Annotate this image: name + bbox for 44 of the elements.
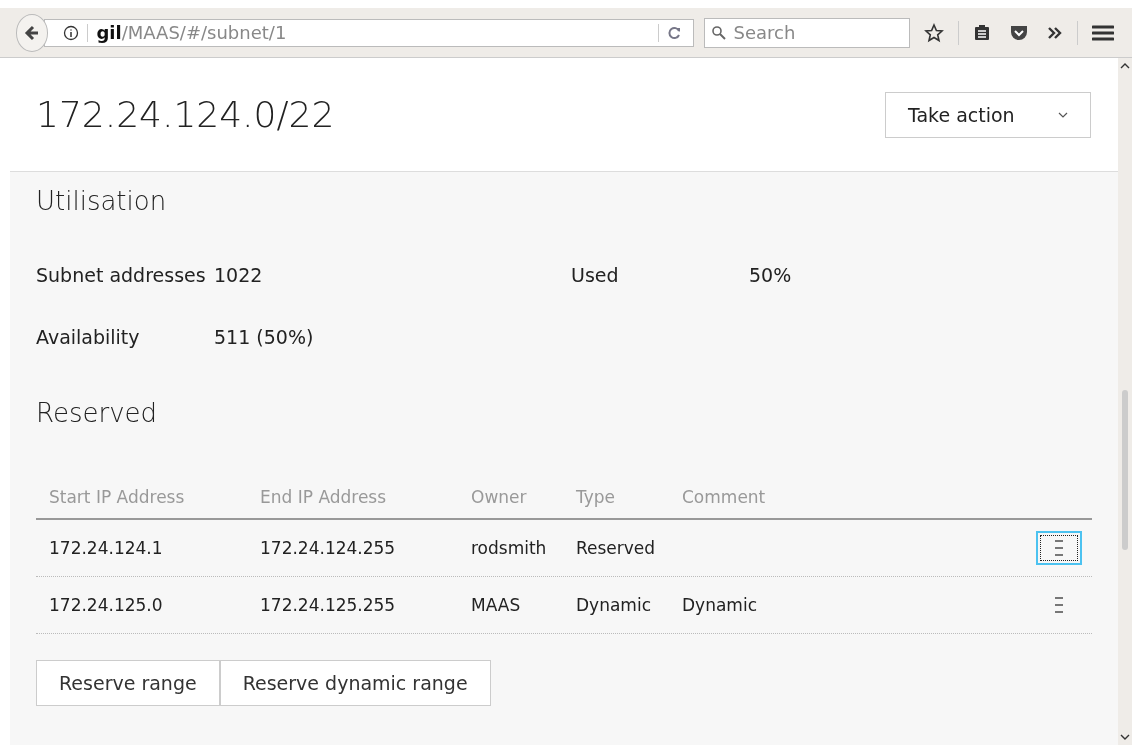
back-button[interactable] xyxy=(16,13,49,52)
search-field[interactable]: Search xyxy=(704,17,911,48)
section-title: Utilisation xyxy=(36,186,168,216)
table-cell-text: 172.24.125.0 xyxy=(48,595,164,615)
kebab-icon xyxy=(1054,539,1064,557)
stat-label: Subnet addresses xyxy=(36,264,207,286)
subnet-title: 172.24.124.0/22 xyxy=(36,94,335,135)
reserve-button[interactable]: Reserve dynamic range xyxy=(219,660,491,706)
stat-label: Availability xyxy=(36,326,141,348)
stat-label: Used xyxy=(571,264,620,286)
stat-value: 50% xyxy=(749,264,793,286)
table-cell-text: MAAS xyxy=(470,595,522,615)
table-cell-text: Dynamic xyxy=(575,595,652,615)
column-header: Type xyxy=(575,487,617,507)
stat-value: 1022 xyxy=(214,264,264,286)
column-header: Comment xyxy=(681,487,767,507)
column-header: End IP Address xyxy=(259,487,388,507)
reserve-button[interactable]: Reserve range xyxy=(36,660,220,706)
info-icon[interactable] xyxy=(63,24,80,41)
menu-icon[interactable] xyxy=(1092,23,1114,42)
search-icon xyxy=(711,24,728,41)
scroll-down-icon[interactable] xyxy=(1120,733,1130,741)
table-cell-text: Reserved xyxy=(575,538,657,558)
section-title: Reserved xyxy=(36,398,158,428)
caret-icon xyxy=(1058,111,1068,118)
address-bar[interactable]: gil/MAAS/#/subnet/1 xyxy=(44,18,695,47)
scroll-up-icon[interactable] xyxy=(1120,62,1130,70)
scrollbar[interactable] xyxy=(1118,58,1132,745)
stat-value: 511 (50%) xyxy=(214,326,315,348)
table-cell-text: Dynamic xyxy=(681,595,758,615)
pocket-icon[interactable] xyxy=(1009,23,1030,42)
column-header: Start IP Address xyxy=(48,487,186,507)
table-cell-text: 172.24.124.1 xyxy=(48,538,164,558)
chevrons-icon[interactable] xyxy=(1047,25,1064,40)
clipboard-icon[interactable] xyxy=(973,23,992,42)
star-icon[interactable] xyxy=(924,22,945,43)
table-cell-text: rodsmith xyxy=(470,538,548,558)
kebab-icon xyxy=(1054,596,1064,614)
table-cell-text: 172.24.124.255 xyxy=(259,538,397,558)
table-cell-text: 172.24.125.255 xyxy=(259,595,397,615)
take-action-dropdown[interactable]: Take action xyxy=(885,91,1091,138)
url-text: gil/MAAS/#/subnet/1 xyxy=(96,22,287,43)
row-menu-button[interactable] xyxy=(1036,531,1082,565)
column-header: Owner xyxy=(470,487,528,507)
